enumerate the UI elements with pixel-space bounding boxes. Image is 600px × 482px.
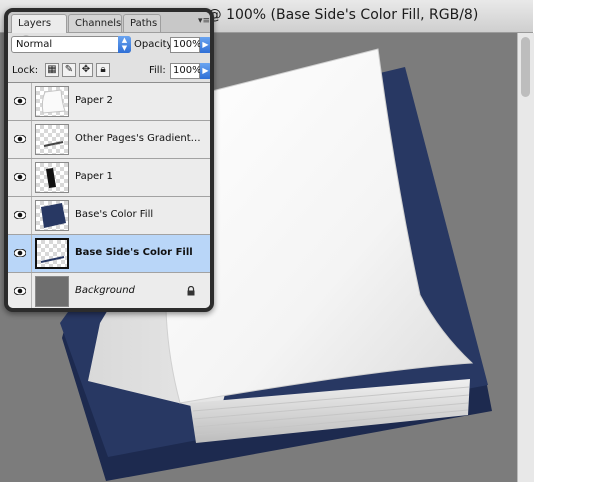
scrollbar-thumb[interactable] bbox=[521, 37, 530, 97]
tab-paths-label: Paths bbox=[130, 18, 158, 29]
layer-row-paper-1[interactable]: Paper 1 bbox=[8, 159, 210, 197]
fill-slider-arrow-icon[interactable]: ▶ bbox=[200, 63, 210, 79]
layer-thumbnail bbox=[35, 124, 69, 155]
vertical-scrollbar[interactable] bbox=[517, 33, 534, 482]
visibility-toggle[interactable] bbox=[8, 235, 32, 272]
eye-icon bbox=[14, 249, 26, 257]
opacity-field[interactable]: 100% bbox=[170, 37, 202, 53]
layer-thumbnail bbox=[35, 162, 69, 193]
layer-name: Other Pages's Gradient Fill co... bbox=[75, 133, 203, 144]
tab-channels-label: Channels bbox=[75, 18, 122, 29]
blend-mode-value: Normal bbox=[16, 39, 53, 50]
layers-list: Paper 2 Other Pages's Gradient Fill co..… bbox=[8, 82, 210, 308]
visibility-toggle[interactable] bbox=[8, 121, 32, 158]
tab-channels[interactable]: Channels bbox=[68, 14, 122, 32]
layer-row-base-side-color-fill[interactable]: Base Side's Color Fill bbox=[8, 235, 210, 273]
palette-menu-icon[interactable]: ▾≡ bbox=[198, 15, 210, 27]
visibility-toggle[interactable] bbox=[8, 273, 32, 308]
layer-thumbnail bbox=[35, 200, 69, 231]
visibility-toggle[interactable] bbox=[8, 83, 32, 120]
opacity-label: Opacity: bbox=[134, 39, 176, 50]
tab-paths[interactable]: Paths bbox=[123, 14, 161, 32]
lock-transparent-pixels-icon[interactable]: ▦ bbox=[45, 63, 59, 77]
layer-name: Base Side's Color Fill bbox=[75, 247, 193, 258]
layer-name: Paper 2 bbox=[75, 95, 113, 106]
tab-layers[interactable]: Layers✕ bbox=[11, 14, 67, 45]
eye-icon bbox=[14, 97, 26, 105]
layer-row-base-color-fill[interactable]: Base's Color Fill bbox=[8, 197, 210, 235]
eye-icon bbox=[14, 211, 26, 219]
lock-all-icon[interactable]: 🔒︎ bbox=[96, 63, 110, 77]
layer-row-other-pages[interactable]: Other Pages's Gradient Fill co... bbox=[8, 121, 210, 159]
fill-label: Fill: bbox=[149, 65, 166, 76]
blend-mode-select[interactable]: Normal ▲ ▼ bbox=[11, 36, 131, 53]
select-arrows-icon: ▲ ▼ bbox=[118, 36, 131, 53]
layer-thumbnail bbox=[35, 238, 69, 269]
lock-position-icon[interactable]: ✥ bbox=[79, 63, 93, 77]
lock-label: Lock: bbox=[12, 65, 39, 76]
layer-name: Base's Color Fill bbox=[75, 209, 154, 220]
layer-thumbnail bbox=[35, 276, 69, 307]
visibility-toggle[interactable] bbox=[8, 197, 32, 234]
eye-icon bbox=[14, 135, 26, 143]
layer-name: Background bbox=[75, 285, 135, 296]
eye-icon bbox=[14, 287, 26, 295]
palette-tabbar: Layers✕ Channels Paths ▾≡ bbox=[8, 12, 210, 45]
fill-field[interactable]: 100% bbox=[170, 63, 202, 79]
lock-icon bbox=[187, 286, 195, 296]
layer-row-paper-2[interactable]: Paper 2 bbox=[8, 83, 210, 121]
eye-icon bbox=[14, 173, 26, 181]
tab-layers-label: Layers bbox=[18, 18, 52, 29]
document-title: sd @ 100% (Base Side's Color Fill, RGB/8… bbox=[187, 7, 479, 23]
layer-thumbnail bbox=[35, 86, 69, 117]
opacity-slider-arrow-icon[interactable]: ▶ bbox=[200, 37, 210, 53]
lock-image-pixels-icon[interactable]: ✎ bbox=[62, 63, 76, 77]
visibility-toggle[interactable] bbox=[8, 159, 32, 196]
layer-row-background[interactable]: Background bbox=[8, 273, 210, 308]
layers-palette: Layers✕ Channels Paths ▾≡ Normal ▲▼ Opac… bbox=[4, 8, 214, 312]
layer-name: Paper 1 bbox=[75, 171, 113, 182]
